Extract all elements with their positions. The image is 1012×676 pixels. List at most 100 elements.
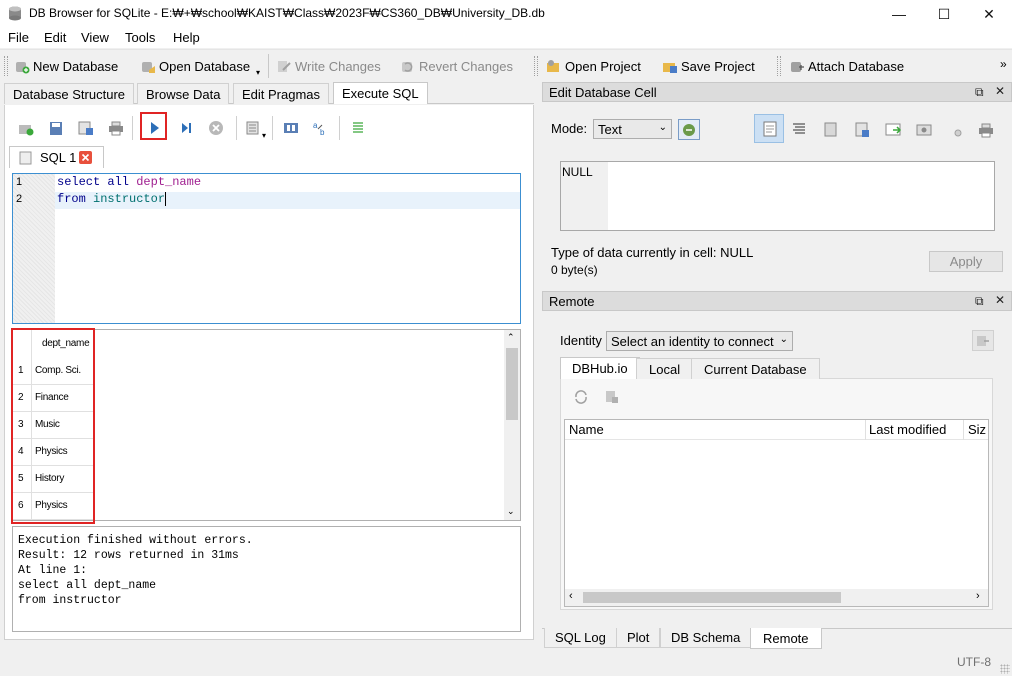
close-tab-icon[interactable] xyxy=(79,151,92,164)
column-header-name[interactable]: Name xyxy=(569,422,604,437)
clone-database-icon[interactable] xyxy=(603,388,621,406)
open-database-icon xyxy=(142,62,155,73)
word-wrap-button[interactable] xyxy=(754,114,784,143)
save-sql-file-icon[interactable] xyxy=(76,118,96,138)
line-number: 1 xyxy=(16,176,23,188)
sql-tab[interactable]: SQL 1 xyxy=(9,146,104,168)
float-pane-icon[interactable]: ⧉ xyxy=(975,294,984,309)
print-icon[interactable] xyxy=(106,118,126,138)
write-changes-icon xyxy=(278,61,291,72)
menu-help[interactable]: Help xyxy=(173,30,200,45)
identity-select[interactable]: Select an identity to connect ⌄ xyxy=(606,331,793,351)
mode-select[interactable]: Text ⌄ xyxy=(593,119,672,139)
tab-remote[interactable]: Remote xyxy=(750,628,822,649)
minimize-button[interactable]: — xyxy=(876,0,922,28)
print-cell-icon[interactable] xyxy=(977,121,995,139)
revert-changes-button[interactable]: Revert Changes xyxy=(400,55,513,77)
export-file-icon[interactable] xyxy=(853,121,871,139)
toolbar-grip[interactable] xyxy=(4,56,8,76)
cell-value-editor[interactable]: NULL xyxy=(560,161,995,231)
chevron-down-icon: ⌄ xyxy=(779,334,788,345)
save-results-dropdown-icon[interactable]: ▾ xyxy=(262,131,266,140)
text-align-icon[interactable] xyxy=(791,121,807,137)
toolbar-grip[interactable] xyxy=(534,56,538,76)
auto-format-button[interactable] xyxy=(678,119,700,140)
edit-cell-title: Edit Database Cell xyxy=(549,84,657,100)
save-project-label: Save Project xyxy=(681,58,755,74)
open-database-label: Open Database xyxy=(159,58,251,74)
column-header-size[interactable]: Siz xyxy=(968,422,986,437)
menu-file[interactable]: File xyxy=(8,30,29,45)
float-pane-icon[interactable]: ⧉ xyxy=(975,85,984,100)
open-tab-icon[interactable] xyxy=(16,118,36,138)
refresh-icon[interactable] xyxy=(572,388,590,406)
close-window-button[interactable]: ✕ xyxy=(966,0,1012,28)
menu-view[interactable]: View xyxy=(81,30,109,45)
column-header-last-modified[interactable]: Last modified xyxy=(869,422,946,437)
new-database-button[interactable]: New Database xyxy=(14,55,118,77)
cell-value: NULL xyxy=(562,165,593,179)
scroll-left-icon[interactable]: ‹ xyxy=(569,590,573,602)
tab-database-structure[interactable]: Database Structure xyxy=(4,83,135,104)
main-toolbar: New Database Open Database ▾ Write Chang… xyxy=(0,49,1012,81)
menu-bar: File Edit View Tools Help xyxy=(0,28,1012,48)
attach-database-button[interactable]: Attach Database xyxy=(789,55,904,77)
toolbar-grip[interactable] xyxy=(777,56,781,76)
tab-execute-sql[interactable]: Execute SQL xyxy=(333,82,428,104)
find-replace-icon[interactable]: ab xyxy=(311,118,331,138)
database-app-icon xyxy=(9,6,21,21)
tab-local[interactable]: Local xyxy=(636,358,694,379)
maximize-button[interactable]: ☐ xyxy=(921,0,967,28)
remote-push-button[interactable] xyxy=(972,330,994,351)
open-database-button[interactable]: Open Database xyxy=(140,55,250,77)
scroll-down-icon[interactable]: ⌄ xyxy=(507,506,515,517)
menu-tools[interactable]: Tools xyxy=(125,30,155,45)
sql-editor[interactable]: 1 2 select all dept_name from instructor… xyxy=(12,173,521,324)
tab-sql-log[interactable]: SQL Log xyxy=(544,628,617,648)
stop-execution-button[interactable] xyxy=(206,118,226,138)
execute-line-button[interactable] xyxy=(176,118,196,138)
open-sql-file-icon[interactable] xyxy=(46,118,66,138)
execution-log: Execution finished without errors. Resul… xyxy=(12,526,521,632)
tab-browse-data[interactable]: Browse Data xyxy=(137,83,230,104)
save-results-icon[interactable] xyxy=(244,118,264,138)
results-vertical-scrollbar[interactable]: ⌃ ⌄ xyxy=(504,330,520,520)
toolbar-separator xyxy=(268,54,269,78)
document-icon xyxy=(763,121,777,137)
write-changes-button[interactable]: Write Changes xyxy=(276,55,381,77)
import-file-icon[interactable] xyxy=(822,121,840,139)
scrollbar-thumb[interactable] xyxy=(506,348,518,420)
open-in-app-icon[interactable] xyxy=(915,121,933,139)
tab-current-database[interactable]: Current Database xyxy=(691,358,820,379)
resize-grip[interactable] xyxy=(1000,664,1010,674)
tab-db-schema[interactable]: DB Schema xyxy=(660,628,752,648)
close-pane-icon[interactable]: ✕ xyxy=(995,293,1005,307)
scroll-right-icon[interactable]: › xyxy=(976,590,980,602)
apply-button[interactable]: Apply xyxy=(929,251,1003,272)
reset-icon[interactable] xyxy=(946,122,964,138)
save-project-button[interactable]: Save Project xyxy=(662,55,755,77)
scrollbar-thumb[interactable] xyxy=(583,592,841,603)
tab-edit-pragmas[interactable]: Edit Pragmas xyxy=(233,83,330,104)
comment-block-icon[interactable] xyxy=(348,118,368,138)
scroll-up-icon[interactable]: ⌃ xyxy=(507,332,515,343)
mode-label: Mode: xyxy=(551,121,588,136)
tab-plot[interactable]: Plot xyxy=(616,628,661,648)
find-icon[interactable] xyxy=(281,118,301,138)
toolbar-overflow-button[interactable]: » xyxy=(1000,57,1007,71)
push-icon xyxy=(977,336,989,346)
open-project-button[interactable]: Open Project xyxy=(546,55,641,77)
remote-file-list[interactable]: Name Last modified Siz ‹ › xyxy=(564,419,989,607)
tab-dbhub[interactable]: DBHub.io xyxy=(560,357,640,379)
attach-database-icon xyxy=(791,62,804,72)
attach-database-label: Attach Database xyxy=(808,58,905,74)
edit-cell-title-bar: Edit Database Cell xyxy=(542,82,1012,102)
execute-all-button[interactable] xyxy=(144,118,164,138)
log-line: from instructor xyxy=(18,594,122,607)
chevron-down-icon: ⌄ xyxy=(658,122,667,133)
menu-edit[interactable]: Edit xyxy=(44,30,66,45)
file-list-horizontal-scrollbar[interactable]: ‹ › xyxy=(565,589,988,606)
close-pane-icon[interactable]: ✕ xyxy=(995,84,1005,98)
set-null-icon[interactable] xyxy=(884,121,902,139)
open-database-dropdown-icon[interactable]: ▾ xyxy=(256,68,260,77)
